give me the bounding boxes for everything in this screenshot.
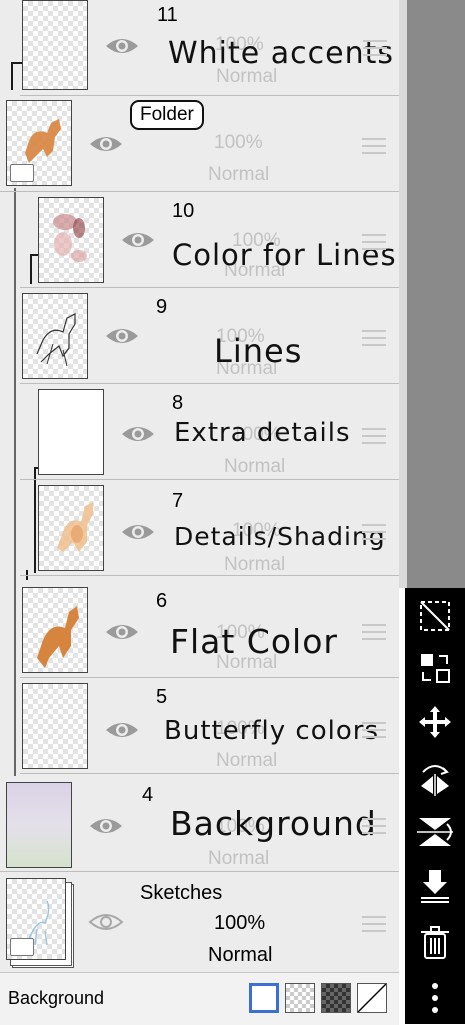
- deselect-icon[interactable]: [417, 598, 453, 634]
- layer-thumbnail: [22, 683, 88, 769]
- drag-handle-icon[interactable]: [362, 624, 386, 640]
- merge-down-icon[interactable]: [417, 868, 453, 904]
- eye-icon[interactable]: [120, 520, 156, 544]
- layer-opacity: 100%: [214, 912, 266, 934]
- canvas-edge: [399, 0, 465, 588]
- layer-row-5[interactable]: 5 100% Normal Butterfly colors: [20, 678, 399, 774]
- folder-name: Sketches: [140, 882, 223, 904]
- clip-line: [11, 62, 13, 90]
- drag-handle-icon[interactable]: [362, 234, 386, 250]
- layer-name: White accents: [168, 36, 395, 71]
- eye-icon[interactable]: [104, 324, 140, 348]
- layer-name: Lines: [214, 332, 303, 370]
- layer-thumbnail: [38, 485, 104, 571]
- flip-vertical-icon[interactable]: [417, 814, 453, 850]
- layer-thumbnail: [22, 0, 88, 90]
- folder-thumbnail: [6, 878, 66, 960]
- eye-icon[interactable]: [104, 620, 140, 644]
- drag-handle-icon[interactable]: [362, 524, 386, 540]
- drag-handle-icon[interactable]: [362, 428, 386, 444]
- eye-icon[interactable]: [88, 132, 124, 156]
- trash-icon[interactable]: [417, 924, 453, 960]
- layer-name: Extra details: [174, 418, 351, 448]
- layer-name: Details/Shading: [174, 522, 386, 551]
- swap-icon[interactable]: [417, 650, 453, 686]
- layer-toolbar: [405, 588, 465, 1024]
- folder-tree-line: [14, 188, 16, 776]
- layer-thumbnail: [38, 389, 104, 475]
- layer-row-10[interactable]: 10 100% Normal Color for Lines: [20, 192, 399, 288]
- layer-name: Flat Color: [170, 622, 338, 661]
- drag-handle-icon[interactable]: [362, 722, 386, 738]
- drag-handle-icon[interactable]: [363, 40, 387, 56]
- layer-blend-mode: Normal: [208, 164, 270, 185]
- layer-number: 6: [156, 590, 168, 612]
- layer-row-11[interactable]: 11 100% Normal White accents: [20, 0, 399, 96]
- layer-row-6[interactable]: 6 100% Normal Flat Color: [20, 582, 399, 678]
- layer-number: 10: [172, 200, 195, 222]
- layer-name: Background: [170, 804, 377, 843]
- folder-icon: [10, 164, 34, 182]
- eye-icon[interactable]: [88, 814, 124, 838]
- drag-handle-icon[interactable]: [362, 138, 386, 154]
- flip-horizontal-icon[interactable]: [417, 760, 453, 796]
- layer-name: Butterfly colors: [164, 716, 379, 746]
- layer-thumbnail: [38, 197, 104, 283]
- layer-opacity: 100%: [214, 132, 263, 153]
- layer-number: 5: [156, 686, 168, 708]
- background-bar: Background: [0, 972, 399, 1025]
- layer-row-sketches[interactable]: Sketches 100% Normal: [0, 874, 399, 972]
- more-icon[interactable]: [417, 980, 453, 1016]
- layer-number: 4: [142, 784, 154, 806]
- background-none-swatch[interactable]: [357, 983, 387, 1013]
- move-icon[interactable]: [417, 704, 453, 740]
- eye-icon[interactable]: [104, 34, 140, 58]
- layer-blend-mode: Normal: [224, 554, 286, 575]
- folder-name: Folder: [130, 100, 204, 130]
- background-white-swatch[interactable]: [249, 983, 279, 1013]
- layer-row-7[interactable]: 7 100% Normal Details/Shading: [20, 480, 399, 576]
- layer-blend-mode: Normal: [216, 750, 278, 771]
- layer-row-folder[interactable]: Folder 100% Normal: [0, 96, 399, 192]
- background-transparent-swatch[interactable]: [285, 983, 315, 1013]
- eye-icon[interactable]: [88, 910, 124, 934]
- layer-number: 7: [172, 490, 184, 512]
- layer-number: 11: [157, 4, 178, 26]
- drag-handle-icon[interactable]: [362, 916, 386, 932]
- folder-icon: [10, 938, 34, 956]
- layer-blend-mode: Normal: [208, 848, 270, 869]
- layer-blend-mode: Normal: [208, 944, 273, 966]
- layer-number: 8: [172, 392, 184, 414]
- layer-thumbnail: [22, 293, 88, 379]
- background-label: Background: [8, 988, 105, 1008]
- folder-thumbnail: [6, 100, 72, 186]
- layer-blend-mode: Normal: [224, 456, 286, 477]
- layer-thumbnail: [6, 782, 72, 868]
- layer-row-4[interactable]: 4 100% Normal Background: [0, 776, 399, 872]
- drag-handle-icon[interactable]: [362, 818, 386, 834]
- drag-handle-icon[interactable]: [362, 330, 386, 346]
- eye-icon[interactable]: [104, 718, 140, 742]
- layer-number: 9: [156, 296, 168, 318]
- background-dark-checker-swatch[interactable]: [321, 983, 351, 1013]
- layer-row-8[interactable]: 8 100% Normal Extra details: [20, 384, 399, 480]
- layers-panel: 11 100% Normal White accents Folder 100%…: [0, 0, 399, 1024]
- eye-icon[interactable]: [120, 228, 156, 252]
- layer-thumbnail: [22, 587, 88, 673]
- layer-row-9[interactable]: 9 100% Normal Lines: [20, 288, 399, 384]
- eye-icon[interactable]: [120, 422, 156, 446]
